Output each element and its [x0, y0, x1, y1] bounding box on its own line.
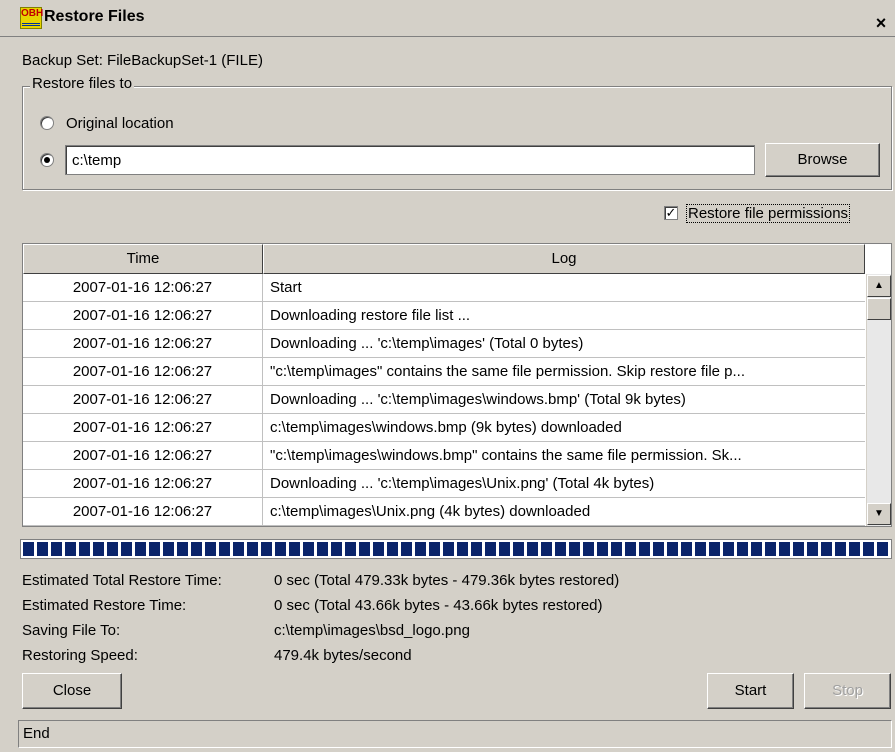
custom-location-radio[interactable]: [40, 153, 54, 167]
log-message-cell: c:\temp\images\Unix.png (4k bytes) downl…: [270, 503, 591, 520]
restore-path-input[interactable]: [65, 145, 755, 175]
scroll-down-icon[interactable]: ▼: [867, 503, 891, 525]
restore-progress-bar: [20, 539, 892, 559]
log-table: Time Log 2007-01-16 12:06:27 Start 2007-01…: [22, 243, 892, 527]
stat-value-saving-to: c:\temp\images\bsd_logo.png: [274, 622, 470, 639]
restore-permissions-checkbox[interactable]: ✓: [664, 206, 678, 220]
log-time-cell: 2007-01-16 12:06:27: [23, 470, 263, 498]
table-row[interactable]: 2007-01-16 12:06:27 "c:\temp\images" cont…: [23, 358, 865, 386]
log-message-cell: "c:\temp\images" contains the same file …: [270, 363, 746, 380]
stat-value-speed: 479.4k bytes/second: [274, 647, 412, 664]
log-table-body: 2007-01-16 12:06:27 Start 2007-01-16 12:06…: [23, 274, 865, 526]
column-header-time[interactable]: Time: [23, 244, 263, 274]
scroll-up-icon[interactable]: ▲: [867, 275, 891, 297]
original-location-label[interactable]: Original location: [66, 115, 174, 132]
table-row[interactable]: 2007-01-16 12:06:27 Downloading ... 'c:\t…: [23, 386, 865, 414]
radio-selected-dot: [44, 157, 50, 163]
log-time-cell: 2007-01-16 12:06:27: [23, 358, 263, 386]
restore-permissions-label[interactable]: Restore file permissions: [686, 204, 851, 223]
log-time-cell: 2007-01-16 12:06:27: [23, 330, 263, 358]
table-row[interactable]: 2007-01-16 12:06:27 c:\temp\images\window…: [23, 414, 865, 442]
log-time-cell: 2007-01-16 12:06:27: [23, 386, 263, 414]
log-message-cell: Start: [270, 279, 302, 296]
title-bar: OBH Restore Files ×: [0, 0, 895, 37]
restore-files-window: OBH Restore Files × Backup Set: FileBack…: [0, 0, 895, 752]
app-icon-text: OBH: [21, 8, 44, 19]
stat-label-saving-to: Saving File To:: [22, 622, 121, 639]
status-bar: End: [18, 720, 892, 748]
log-time-cell: 2007-01-16 12:06:27: [23, 302, 263, 330]
close-window-icon[interactable]: ×: [871, 14, 891, 34]
log-message-cell: Downloading ... 'c:\temp\images\Unix.png…: [270, 475, 655, 492]
table-row[interactable]: 2007-01-16 12:06:27 Downloading restore f…: [23, 302, 865, 330]
stat-value-total-time: 0 sec (Total 479.33k bytes - 479.36k byt…: [274, 572, 620, 589]
table-row[interactable]: 2007-01-16 12:06:27 Downloading ... 'c:\t…: [23, 330, 865, 358]
restore-to-legend: Restore files to: [30, 75, 135, 92]
app-icon: OBH: [20, 7, 44, 29]
stat-label-total-time: Estimated Total Restore Time:: [22, 572, 222, 589]
stat-label-speed: Restoring Speed:: [22, 647, 138, 664]
log-message-cell: Downloading ... 'c:\temp\images' (Total …: [270, 335, 584, 352]
start-button[interactable]: Start: [707, 673, 794, 709]
backup-set-label: Backup Set: FileBackupSet-1 (FILE): [22, 52, 263, 69]
table-row[interactable]: 2007-01-16 12:06:27 Downloading ... 'c:\t…: [23, 470, 865, 498]
scroll-thumb[interactable]: [867, 298, 891, 320]
log-time-cell: 2007-01-16 12:06:27: [23, 274, 263, 302]
log-table-header: Time Log: [23, 244, 865, 274]
log-time-cell: 2007-01-16 12:06:27: [23, 414, 263, 442]
log-time-cell: 2007-01-16 12:06:27: [23, 498, 263, 526]
log-time-cell: 2007-01-16 12:06:27: [23, 442, 263, 470]
table-row[interactable]: 2007-01-16 12:06:27 c:\temp\images\Unix.p…: [23, 498, 865, 526]
close-button[interactable]: Close: [22, 673, 122, 709]
stat-label-restore-time: Estimated Restore Time:: [22, 597, 187, 614]
stop-button[interactable]: Stop: [804, 673, 891, 709]
log-message-cell: "c:\temp\images\windows.bmp" contains th…: [270, 447, 742, 464]
log-message-cell: c:\temp\images\windows.bmp (9k bytes) do…: [270, 419, 622, 436]
progress-fill: [23, 542, 889, 556]
stat-value-restore-time: 0 sec (Total 43.66k bytes - 43.66k bytes…: [274, 597, 603, 614]
log-message-cell: Downloading ... 'c:\temp\images\windows.…: [270, 391, 686, 408]
log-scrollbar[interactable]: ▲ ▼: [866, 274, 891, 526]
table-row[interactable]: 2007-01-16 12:06:27 "c:\temp\images\windo…: [23, 442, 865, 470]
window-title: Restore Files: [44, 8, 145, 25]
original-location-radio[interactable]: [40, 116, 54, 130]
browse-button[interactable]: Browse: [765, 143, 880, 177]
column-header-log[interactable]: Log: [263, 244, 865, 274]
log-message-cell: Downloading restore file list ...: [270, 307, 471, 324]
table-row[interactable]: 2007-01-16 12:06:27 Start: [23, 274, 865, 302]
